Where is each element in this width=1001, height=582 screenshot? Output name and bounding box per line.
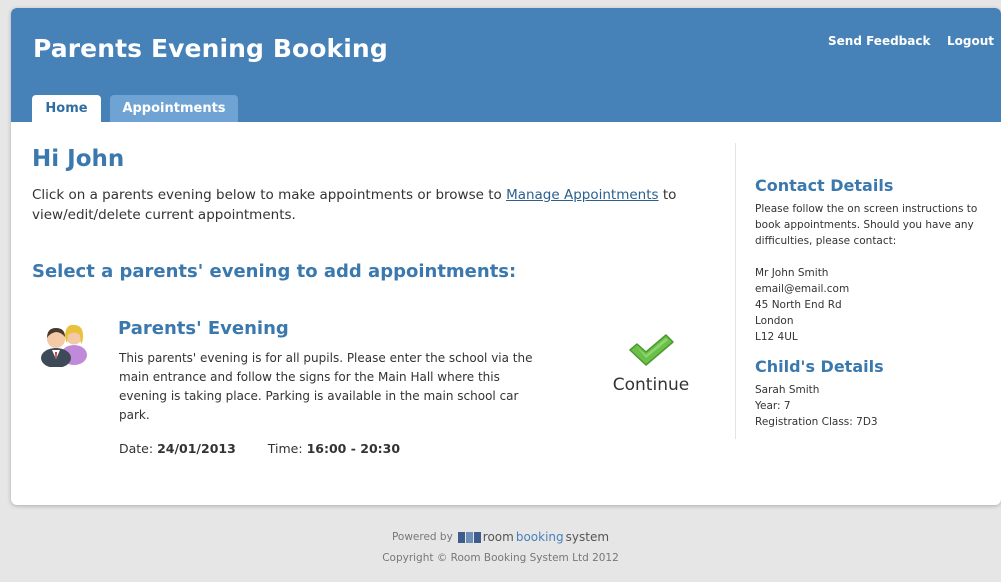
continue-label: Continue bbox=[612, 375, 690, 395]
child-heading: Child's Details bbox=[755, 357, 884, 376]
contact-name: Mr John Smith bbox=[755, 267, 829, 279]
manage-appointments-link[interactable]: Manage Appointments bbox=[506, 187, 659, 203]
event-time: 16:00 - 20:30 bbox=[306, 441, 401, 456]
contact-city: London bbox=[755, 315, 794, 327]
intro-text-before: Click on a parents evening below to make… bbox=[32, 187, 507, 203]
parents-icon bbox=[39, 317, 91, 368]
child-name: Sarah Smith bbox=[755, 384, 820, 396]
tab-appointments[interactable]: Appointments bbox=[110, 95, 238, 122]
sidebar-divider bbox=[735, 143, 736, 439]
powered-by: Powered by room booking system bbox=[392, 530, 609, 544]
logout-link[interactable]: Logout bbox=[947, 34, 994, 48]
brand-part-system: system bbox=[565, 530, 610, 544]
event-description: This parents' evening is for all pupils.… bbox=[119, 351, 533, 422]
child-info: Sarah Smith Year: 7 Registration Class: … bbox=[755, 382, 995, 430]
time-label: Time: bbox=[267, 441, 303, 456]
event-date: 24/01/2013 bbox=[157, 441, 236, 456]
date-label: Date: bbox=[119, 441, 154, 456]
brand-logo[interactable]: room booking system bbox=[457, 530, 610, 544]
send-feedback-link[interactable]: Send Feedback bbox=[828, 34, 930, 48]
main-card: Parents Evening Booking Send Feedback Lo… bbox=[11, 8, 1001, 505]
section-title: Select a parents' evening to add appoint… bbox=[32, 261, 517, 282]
event-date-time: Date: 24/01/2013 Time: 16:00 - 20:30 bbox=[119, 441, 400, 456]
child-year: Year: 7 bbox=[755, 400, 791, 412]
event-title: Parents' Evening bbox=[118, 318, 289, 339]
child-class: Registration Class: 7D3 bbox=[755, 416, 878, 428]
copyright: Copyright © Room Booking System Ltd 2012 bbox=[382, 552, 619, 564]
check-icon bbox=[629, 334, 674, 366]
logo-icon bbox=[457, 531, 481, 543]
contact-heading: Contact Details bbox=[755, 176, 894, 195]
brand-part-booking: booking bbox=[515, 530, 564, 544]
continue-button[interactable]: Continue bbox=[601, 333, 701, 395]
contact-postcode: L12 4UL bbox=[755, 331, 798, 343]
sidebar: Contact Details Please follow the on scr… bbox=[755, 176, 995, 430]
contact-instructions: Please follow the on screen instructions… bbox=[755, 203, 978, 247]
header-bar: Parents Evening Booking Send Feedback Lo… bbox=[11, 8, 1001, 122]
contact-address-line: 45 North End Rd bbox=[755, 299, 842, 311]
contact-info: Mr John Smith email@email.com 45 North E… bbox=[755, 265, 995, 345]
intro-text: Click on a parents evening below to make… bbox=[32, 185, 692, 225]
powered-by-label: Powered by bbox=[391, 531, 453, 543]
app-title: Parents Evening Booking bbox=[33, 34, 388, 63]
footer: Powered by room booking system Copyright ©… bbox=[0, 530, 1001, 564]
greeting-heading: Hi John bbox=[32, 146, 125, 172]
tab-home[interactable]: Home bbox=[32, 95, 101, 122]
brand-part-room: room bbox=[482, 530, 514, 544]
contact-email: email@email.com bbox=[755, 283, 850, 295]
